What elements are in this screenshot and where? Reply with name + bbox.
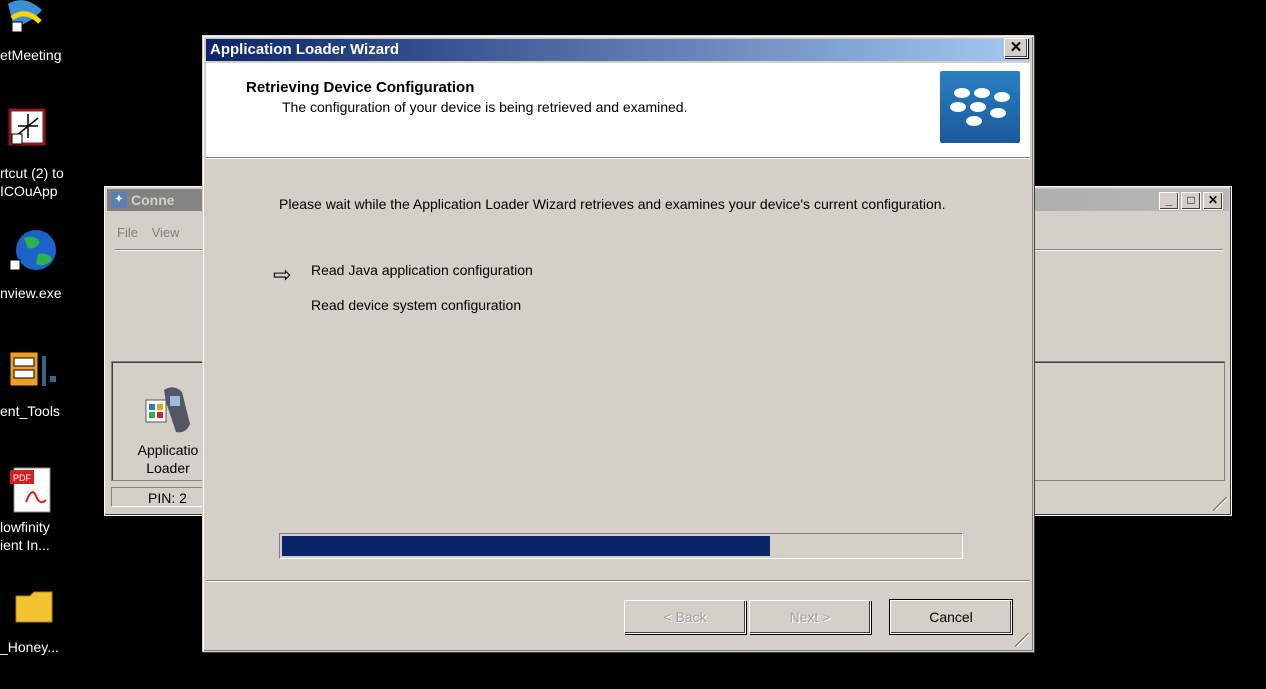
header-title: Retrieving Device Configuration (246, 79, 475, 96)
menu-file[interactable]: File (117, 225, 138, 240)
desktop-icon-folder[interactable]: _Honey... (0, 586, 100, 662)
close-button[interactable]: ✕ (1203, 192, 1223, 210)
desktop-icon-label: nview.exe (0, 285, 62, 301)
desktop-icon-shortcut-app[interactable]: rtcut (2) to ICOuApp (0, 108, 100, 200)
wizard-header: Retrieving Device Configuration The conf… (206, 63, 1030, 158)
minimize-button[interactable]: _ (1159, 192, 1179, 210)
application-loader-item[interactable]: Applicatio Loader (128, 382, 208, 477)
wizard-titlebar[interactable]: Application Loader Wizard (206, 39, 1030, 61)
wizard-instructions: Please wait while the Application Loader… (279, 196, 946, 212)
bg-menubar: File View (117, 225, 190, 240)
desktop-icon-pdf[interactable]: PDF lowfinity ient In... (0, 466, 100, 566)
cancel-button[interactable]: Cancel (890, 600, 1012, 634)
netmeeting-icon (8, 0, 42, 33)
desktop-icon-label: etMeeting (0, 47, 62, 63)
step-system-config: Read device system configuration (311, 297, 522, 313)
back-button[interactable]: < Back (624, 600, 746, 634)
pdf-icon: PDF (10, 467, 51, 513)
blackberry-logo-icon (940, 71, 1020, 143)
folder-icon (15, 591, 53, 623)
tools-cabinet-icon (9, 351, 56, 387)
progress-fill (282, 536, 771, 556)
blackberry-small-icon: ✦ (111, 192, 127, 208)
app-label-line1: Applicatio (137, 442, 199, 458)
application-loader-wizard[interactable]: Application Loader Wizard ✕ Retrieving D… (202, 35, 1034, 652)
maximize-button[interactable]: □ (1181, 192, 1201, 210)
shortcut-app-icon (8, 108, 46, 146)
desktop-icon-netmeeting[interactable]: etMeeting (0, 0, 100, 70)
svg-text:PDF: PDF (13, 473, 32, 483)
footer-separator (206, 580, 1030, 582)
desktop-icon-globe[interactable]: nview.exe (0, 228, 100, 304)
desktop-icon-label: ent_Tools (0, 403, 60, 419)
bg-window-title: Conne (131, 192, 175, 208)
globe-icon (9, 230, 56, 271)
desktop-icon-tools[interactable]: ent_Tools (0, 346, 100, 422)
application-loader-icon (145, 387, 190, 433)
resize-grip-icon[interactable] (1213, 497, 1227, 511)
resize-grip-icon[interactable] (1015, 633, 1029, 647)
progress-bar (279, 533, 963, 559)
header-subtitle: The configuration of your device is bein… (282, 99, 688, 115)
header-separator (206, 158, 1030, 159)
desktop-icon-label-line1: rtcut (2) to (0, 165, 64, 181)
desktop-icon-label-line2: ient In... (0, 537, 50, 553)
step-java-config: Read Java application configuration (311, 262, 533, 278)
desktop-icon-label-line1: lowfinity (0, 519, 50, 535)
desktop-icon-label: _Honey... (0, 639, 59, 655)
menu-view[interactable]: View (152, 225, 180, 240)
current-step-arrow-icon: ⇨ (273, 262, 292, 287)
wizard-title: Application Loader Wizard (210, 41, 400, 58)
wizard-close-button[interactable]: ✕ (1004, 38, 1028, 58)
app-label-line2: Loader (146, 460, 190, 476)
next-button[interactable]: Next > (749, 600, 871, 634)
pin-status: PIN: 2 (111, 487, 211, 507)
desktop-icon-label-line2: ICOuApp (0, 183, 58, 199)
